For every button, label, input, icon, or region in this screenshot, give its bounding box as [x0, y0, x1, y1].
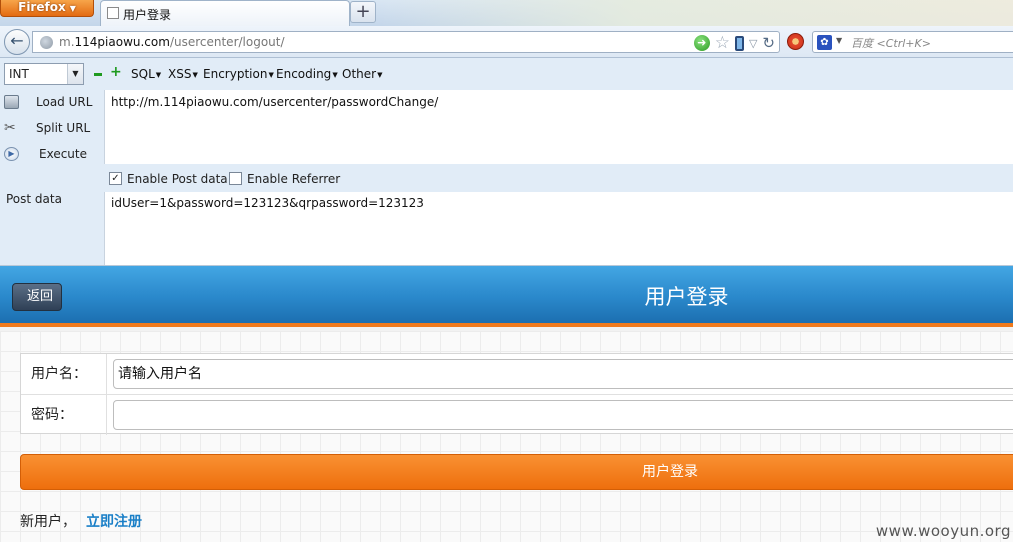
- int-select[interactable]: INT ▼: [4, 63, 84, 85]
- scissors-icon: ✂: [4, 120, 16, 136]
- chevron-down-icon: ▼: [192, 70, 198, 79]
- execute-label: Execute: [39, 147, 87, 161]
- enable-referrer-label[interactable]: Enable Referrer: [247, 172, 340, 186]
- tab-active[interactable]: 用户登录: [100, 0, 350, 26]
- back-button[interactable]: ←: [4, 29, 30, 55]
- int-select-value: INT: [9, 67, 29, 81]
- url-host: 114piaowu.com: [74, 35, 170, 49]
- hackbar-url-input[interactable]: http://m.114piaowu.com/usercenter/passwo…: [104, 90, 1013, 164]
- options-row: ✓ Enable Post data Enable Referrer: [104, 166, 1013, 192]
- url-prefix: m.: [59, 35, 75, 49]
- password-row: 密码：: [21, 394, 1013, 435]
- plus-icon[interactable]: +: [110, 65, 122, 79]
- username-row: 用户名： 请输入用户名: [21, 354, 1013, 394]
- back-link-button[interactable]: 返回: [12, 283, 62, 311]
- menu-encoding[interactable]: Encoding▼: [276, 67, 338, 81]
- menu-sql-label: SQL: [131, 67, 155, 81]
- post-data-label: Post data: [6, 192, 62, 206]
- minus-icon[interactable]: [94, 73, 102, 76]
- login-button[interactable]: 用户登录: [20, 454, 1013, 490]
- split-url-label: Split URL: [36, 121, 91, 135]
- page-title: 用户登录: [644, 285, 729, 309]
- menu-other[interactable]: Other▼: [342, 67, 382, 81]
- baidu-paw-icon[interactable]: ✿: [817, 35, 832, 50]
- page-favicon-icon: [107, 7, 119, 19]
- history-dropdown-icon[interactable]: ▽: [749, 37, 757, 50]
- chevron-down-icon: ▼: [268, 70, 274, 79]
- menu-xss-label: XSS: [168, 67, 192, 81]
- execute-button[interactable]: ▶ Execute: [0, 142, 104, 168]
- watermark: www.wooyun.org: [875, 522, 1011, 540]
- url-bar[interactable]: m.114piaowu.com/usercenter/logout/ ➜ ☆ ▽…: [32, 31, 780, 53]
- web-page: 用户登录 返回 用户名： 请输入用户名 密码： 用户登录 新用户， 立即注册 ww…: [0, 266, 1013, 542]
- new-user-text: 新用户，: [20, 514, 76, 530]
- enable-post-checkbox[interactable]: ✓: [109, 172, 122, 185]
- chevron-down-icon: ▼: [332, 70, 338, 79]
- load-url-icon: [4, 95, 19, 109]
- mobile-device-icon[interactable]: [734, 35, 744, 51]
- post-data-input[interactable]: idUser=1&password=123123&qrpassword=1231…: [104, 192, 1013, 265]
- hackbar-panel: INT ▼ + SQL▼ XSS▼ Encryption▼ Encoding▼ …: [0, 58, 1013, 266]
- password-input[interactable]: [113, 400, 1013, 430]
- username-label: 用户名：: [21, 354, 107, 394]
- url-bar-icons: ➜ ☆ ▽ ↻: [693, 34, 775, 52]
- menu-other-label: Other: [342, 67, 377, 81]
- tab-strip: Firefox ▼ 用户登录 +: [0, 0, 1013, 26]
- menu-encoding-label: Encoding: [276, 67, 332, 81]
- app-header: 用户登录 返回: [0, 266, 1013, 327]
- register-link[interactable]: 立即注册: [86, 514, 142, 530]
- chevron-down-icon: ▼: [69, 4, 76, 13]
- menu-encryption-label: Encryption: [203, 67, 268, 81]
- enable-post-label[interactable]: Enable Post data: [127, 172, 228, 186]
- search-engine-dropdown-icon[interactable]: ▼: [836, 36, 842, 45]
- tabstrip-background: [380, 0, 1013, 26]
- select-arrow-icon: ▼: [67, 64, 83, 84]
- bookmark-star-icon[interactable]: ☆: [715, 35, 730, 52]
- chevron-down-icon: ▼: [377, 70, 383, 79]
- username-input[interactable]: 请输入用户名: [113, 359, 1013, 389]
- menu-xss[interactable]: XSS▼: [168, 67, 198, 81]
- chevron-down-icon: ▼: [155, 70, 162, 79]
- password-label: 密码：: [21, 395, 107, 435]
- login-form: 用户名： 请输入用户名 密码：: [20, 353, 1013, 435]
- go-arrow-icon[interactable]: ➜: [693, 35, 710, 51]
- search-bar[interactable]: ✿ ▼ 百度 <Ctrl+K>: [812, 31, 1013, 53]
- firefox-menu-button[interactable]: Firefox ▼: [0, 0, 94, 17]
- back-arrow-icon: ←: [10, 31, 24, 50]
- menu-encryption[interactable]: Encryption▼: [203, 67, 274, 81]
- search-placeholder[interactable]: 百度 <Ctrl+K>: [851, 35, 931, 51]
- enable-referrer-checkbox[interactable]: [229, 172, 242, 185]
- back-link-label: 返回: [26, 289, 53, 304]
- tab-title: 用户登录: [123, 8, 172, 22]
- url-text[interactable]: m.114piaowu.com/usercenter/logout/: [59, 35, 285, 49]
- globe-icon: [40, 36, 53, 49]
- load-url-label: Load URL: [36, 95, 93, 109]
- firefox-menu-label: Firefox: [18, 0, 66, 14]
- register-row: 新用户， 立即注册: [20, 511, 142, 531]
- menu-sql[interactable]: SQL▼: [131, 67, 161, 81]
- play-icon: ▶: [4, 147, 19, 161]
- load-url-button[interactable]: Load URL: [0, 90, 104, 116]
- new-tab-button[interactable]: +: [350, 1, 376, 23]
- url-path: /usercenter/logout/: [169, 35, 285, 49]
- reload-icon[interactable]: ↻: [762, 35, 775, 51]
- navigation-bar: m.114piaowu.com/usercenter/logout/ ➜ ☆ ▽…: [0, 26, 1013, 58]
- split-url-button[interactable]: ✂ Split URL: [0, 116, 104, 142]
- hackbar-toolbar: INT ▼ + SQL▼ XSS▼ Encryption▼ Encoding▼ …: [0, 58, 1013, 90]
- adblock-icon[interactable]: [787, 33, 804, 50]
